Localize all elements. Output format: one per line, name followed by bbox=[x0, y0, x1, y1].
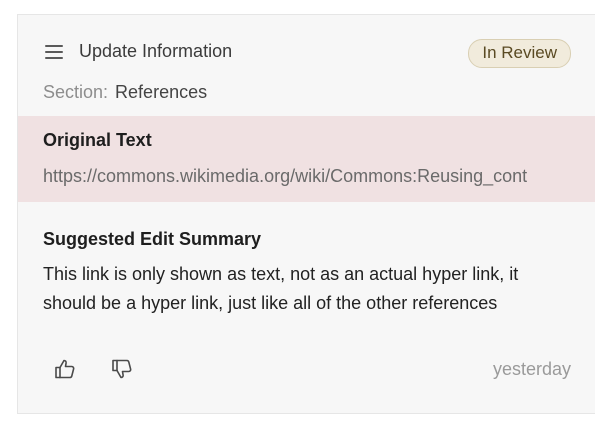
thumbs-up-icon[interactable] bbox=[53, 357, 77, 381]
thumbs-down-icon[interactable] bbox=[110, 357, 134, 381]
original-text-url: https://commons.wikimedia.org/wiki/Commo… bbox=[43, 166, 528, 186]
suggested-edit-heading: Suggested Edit Summary bbox=[43, 229, 262, 249]
timestamp: yesterday bbox=[492, 359, 571, 379]
suggested-edit-body: This link is only shown as text, not as … bbox=[43, 264, 519, 313]
original-text-block: Original Text https://commons.wikimedia.… bbox=[18, 116, 595, 202]
section-value: References bbox=[115, 82, 208, 102]
edit-suggestion-card: Update Information In Review Section: Ref… bbox=[17, 14, 595, 414]
hamburger-menu-icon[interactable] bbox=[43, 42, 65, 62]
section-info: Section: References bbox=[43, 82, 207, 103]
status-badge: In Review bbox=[468, 39, 571, 68]
card-title: Update Information bbox=[79, 41, 233, 61]
section-label: Section: bbox=[43, 82, 109, 102]
card-header: Update Information In Review bbox=[43, 37, 571, 69]
original-text-heading: Original Text bbox=[43, 130, 152, 150]
